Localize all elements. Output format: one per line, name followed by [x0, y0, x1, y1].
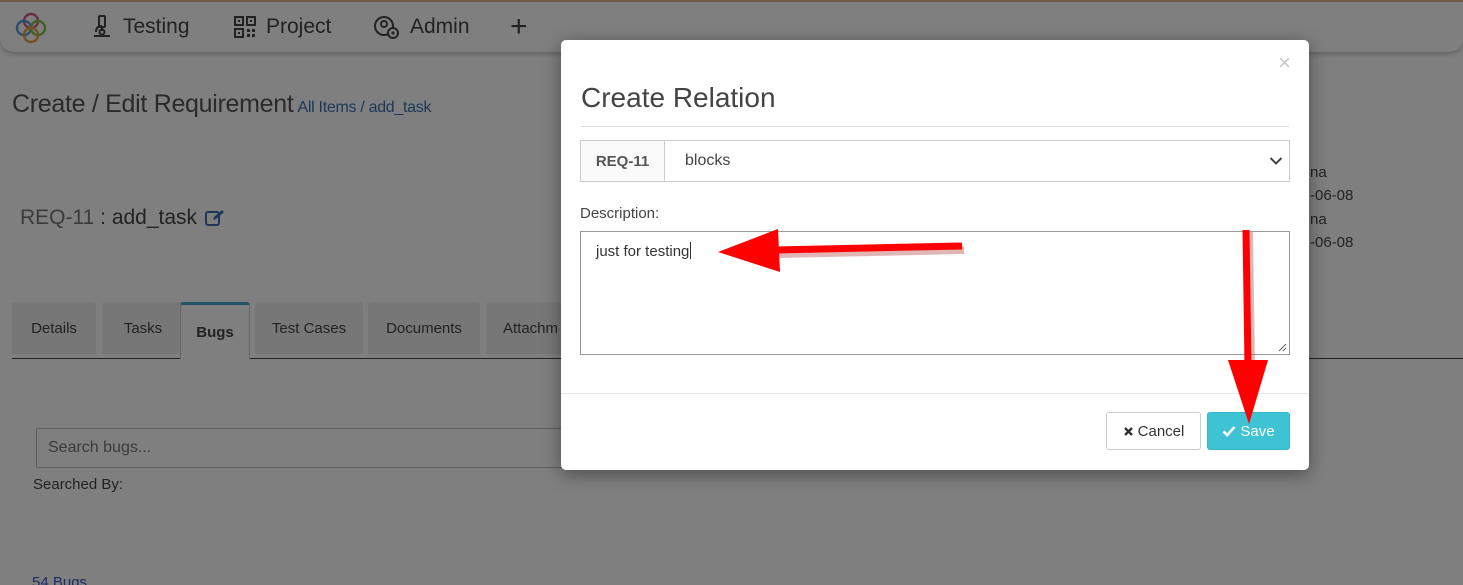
modal-header-divider [581, 126, 1289, 127]
chevron-down-icon [1269, 157, 1283, 165]
description-value: just for testing [596, 243, 690, 260]
cancel-button-label: Cancel [1137, 422, 1185, 440]
description-textarea[interactable]: just for testing [580, 231, 1290, 355]
relation-row: REQ-11 blocks [580, 140, 1290, 182]
description-label: Description: [580, 205, 660, 222]
relation-type-select[interactable]: blocks [665, 141, 1289, 181]
save-button-label: Save [1240, 422, 1275, 440]
check-icon [1222, 426, 1236, 437]
text-caret [690, 242, 692, 259]
modal-footer-divider [561, 393, 1309, 394]
modal-title: Create Relation [581, 82, 776, 113]
resize-grip-icon[interactable] [1277, 342, 1287, 352]
relation-type-value: blocks [685, 152, 731, 169]
close-icon[interactable]: × [1278, 52, 1291, 74]
cancel-button[interactable]: Cancel [1106, 412, 1201, 450]
requirement-addon: REQ-11 [581, 141, 665, 181]
create-relation-modal: × Create Relation REQ-11 blocks Descript… [561, 40, 1309, 470]
close-icon [1123, 426, 1133, 436]
save-button[interactable]: Save [1207, 412, 1290, 450]
